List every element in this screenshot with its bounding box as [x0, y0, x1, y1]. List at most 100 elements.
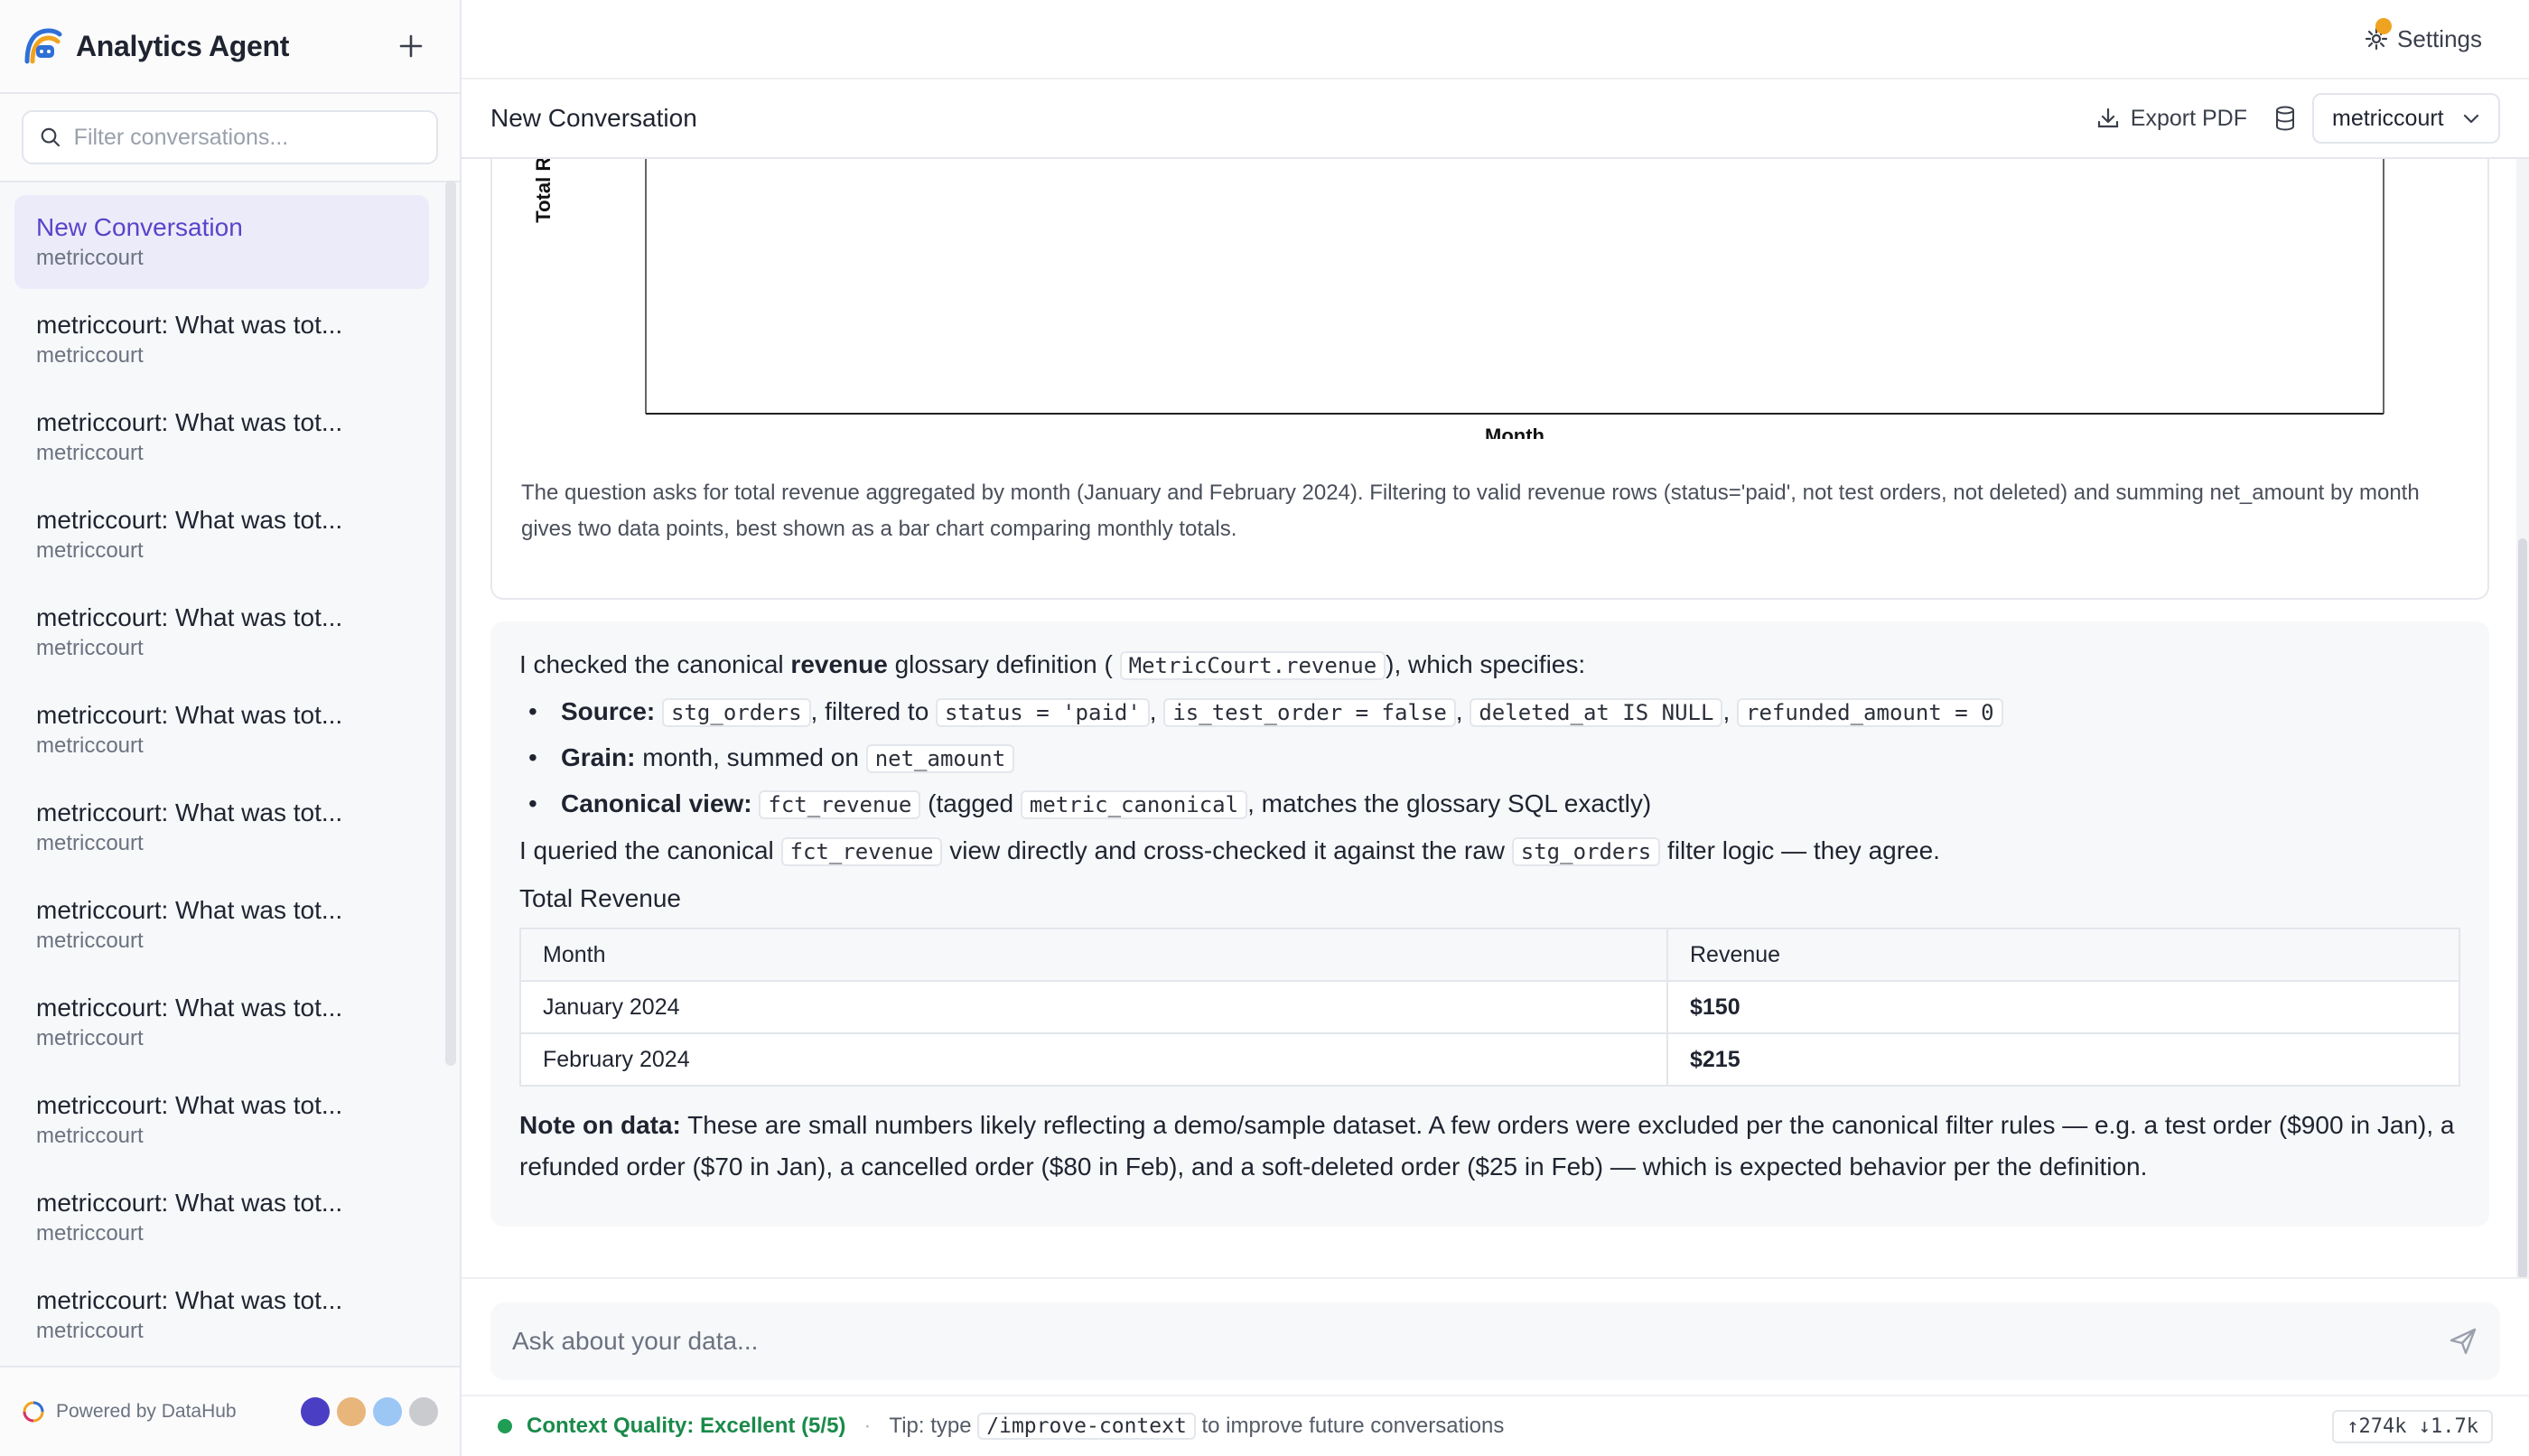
answer-intro-text: I checked the canonical: [519, 650, 791, 678]
conversation-item-title: New Conversation: [36, 213, 243, 241]
conversation-item[interactable]: metriccourt: What was tot... metriccourt: [14, 1268, 429, 1362]
content-scrollbar-thumb[interactable]: [2518, 538, 2527, 1277]
query-text-3: filter logic — they agree.: [1667, 836, 1940, 864]
table-title: Total Revenue: [519, 884, 682, 912]
conversation-item-title: metriccourt: What was tot...: [36, 506, 343, 534]
top-bar: Settings: [462, 0, 2529, 79]
conversation-header: New Conversation Export PDF metriccourt: [462, 79, 2529, 159]
conversation-item[interactable]: metriccourt: What was tot... metriccourt: [14, 488, 429, 582]
download-icon: [2097, 107, 2118, 128]
answer-intro-suffix: ), which specifies:: [1386, 650, 1586, 678]
tag-code: metric_canonical: [1020, 790, 1248, 819]
conversation-item[interactable]: metriccourt: What was tot... metriccourt: [14, 293, 429, 387]
conversation-item[interactable]: metriccourt: What was tot... metriccourt: [14, 780, 429, 874]
table-cell-revenue: $215: [1666, 1032, 2460, 1087]
answer-intro: I checked the canonical revenue glossary…: [519, 645, 2460, 686]
theme-color-dot[interactable]: [337, 1397, 366, 1426]
answer-query-line: I queried the canonical fct_revenue view…: [519, 831, 2460, 872]
conversation-item-subtitle: metriccourt: [36, 538, 144, 563]
context-status-dot: [498, 1419, 512, 1433]
chart-y-axis-label: Total Rev: [532, 159, 555, 223]
conversation-item[interactable]: New Conversation metriccourt: [14, 195, 429, 289]
conversation-item-title: metriccourt: What was tot...: [36, 701, 343, 729]
conversation-item-title: metriccourt: What was tot...: [36, 603, 343, 631]
conversation-item-subtitle: metriccourt: [36, 831, 144, 855]
bullet-canonical-view: Canonical view: fct_revenue (tagged metr…: [519, 781, 2460, 827]
new-conversation-button[interactable]: [391, 26, 431, 66]
status-bar: Context Quality: Excellent (5/5) · Tip: …: [462, 1395, 2529, 1456]
bullet-source-text: , filtered to: [810, 697, 929, 725]
query-code-2: stg_orders: [1511, 837, 1661, 866]
chart-plot-frame: [645, 159, 2384, 415]
filter-code-4: refunded_amount = 0: [1737, 698, 2003, 727]
tip-prefix: Tip: type: [889, 1414, 972, 1438]
source-table-code: stg_orders: [662, 698, 811, 727]
conversation-item[interactable]: metriccourt: What was tot... metriccourt: [14, 585, 429, 679]
conversation-item-subtitle: metriccourt: [36, 1124, 144, 1148]
table-cell-revenue: $150: [1666, 980, 2460, 1034]
powered-by-label: Powered by DataHub: [56, 1401, 237, 1422]
notification-dot: [2375, 17, 2393, 34]
table-header-row: Month Revenue: [519, 928, 2460, 982]
app-title: Analytics Agent: [76, 29, 290, 62]
theme-color-dot[interactable]: [409, 1397, 438, 1426]
conversation-item[interactable]: metriccourt: What was tot... metriccourt: [14, 1073, 429, 1167]
conversation-item-subtitle: metriccourt: [36, 929, 144, 953]
conversation-item-subtitle: metriccourt: [36, 343, 144, 368]
conversation-list: New Conversation metriccourt metriccourt: …: [0, 181, 443, 1366]
query-code-1: fct_revenue: [780, 837, 943, 866]
note-label: Note on data:: [519, 1111, 681, 1139]
chat-input[interactable]: [512, 1327, 2448, 1356]
view-code: fct_revenue: [759, 790, 921, 819]
sidebar: Analytics Agent New Conversation metricco…: [0, 0, 462, 1456]
conversation-item-subtitle: metriccourt: [36, 1319, 144, 1343]
note-text: These are small numbers likely reflectin…: [519, 1111, 2455, 1181]
query-text-2: view directly and cross-checked it again…: [949, 836, 1505, 864]
conversation-title: New Conversation: [490, 104, 697, 132]
table-row: February 2024 $215: [519, 1032, 2460, 1087]
status-separator: ·: [863, 1414, 872, 1438]
conversation-item-title: metriccourt: What was tot...: [36, 408, 343, 436]
database-icon: [2276, 106, 2294, 131]
bullet-source-label: Source:: [561, 697, 656, 725]
content-scrollbar-track: [2516, 159, 2529, 1277]
conversation-item[interactable]: metriccourt: What was tot... metriccourt: [14, 878, 429, 972]
sidebar-scrollbar[interactable]: [445, 181, 456, 1066]
conversation-item-title: metriccourt: What was tot...: [36, 798, 343, 826]
table-header-revenue: Revenue: [1666, 928, 2460, 982]
search-icon: [41, 127, 61, 147]
conversation-item-title: metriccourt: What was tot...: [36, 1286, 343, 1314]
tip-text: Tip: type /improve-context to improve fu…: [889, 1413, 1505, 1440]
query-text-1: I queried the canonical: [519, 836, 774, 864]
theme-color-dot[interactable]: [301, 1397, 330, 1426]
revenue-table: Month Revenue January 2024 $150 February…: [519, 928, 2460, 1087]
conversation-item-title: metriccourt: What was tot...: [36, 896, 343, 924]
tip-suffix: to improve future conversations: [1201, 1414, 1505, 1438]
settings-button[interactable]: Settings: [2365, 17, 2482, 53]
datasource-select[interactable]: metriccourt: [2312, 93, 2500, 144]
theme-color-dot[interactable]: [373, 1397, 402, 1426]
conversation-item-subtitle: metriccourt: [36, 441, 144, 465]
datahub-logo-icon: [23, 1401, 44, 1423]
export-pdf-button[interactable]: Export PDF: [2096, 106, 2247, 132]
conversation-item-subtitle: metriccourt: [36, 733, 144, 758]
conversation-item[interactable]: metriccourt: What was tot... metriccourt: [14, 1171, 429, 1265]
tip-command-code: /improve-context: [977, 1413, 1196, 1440]
filter-conversations-input[interactable]: [73, 124, 420, 151]
conversation-item[interactable]: metriccourt: What was tot... metriccourt: [14, 975, 429, 1069]
conversation-item[interactable]: metriccourt: What was tot... metriccourt: [14, 390, 429, 484]
send-icon[interactable]: [2448, 1326, 2478, 1357]
filter-box: [22, 110, 438, 164]
chart-description: The question asks for total revenue aggr…: [521, 481, 2420, 541]
conversation-item[interactable]: metriccourt: What was tot... metriccourt: [14, 683, 429, 777]
bullet-grain: Grain: month, summed on net_amount: [519, 735, 2460, 781]
settings-label: Settings: [2397, 24, 2482, 52]
chevron-down-icon: [2463, 114, 2479, 124]
filter-code-3: deleted_at IS NULL: [1470, 698, 1723, 727]
token-usage: ↑274k ↓1.7k: [2332, 1409, 2493, 1443]
answer-intro-text-mid: glossary definition (: [887, 650, 1113, 678]
app-logo-icon: [24, 28, 62, 64]
composer-area: [462, 1277, 2529, 1395]
conversation-item-title: metriccourt: What was tot...: [36, 311, 343, 339]
datasource-value: metriccourt: [2332, 105, 2444, 131]
